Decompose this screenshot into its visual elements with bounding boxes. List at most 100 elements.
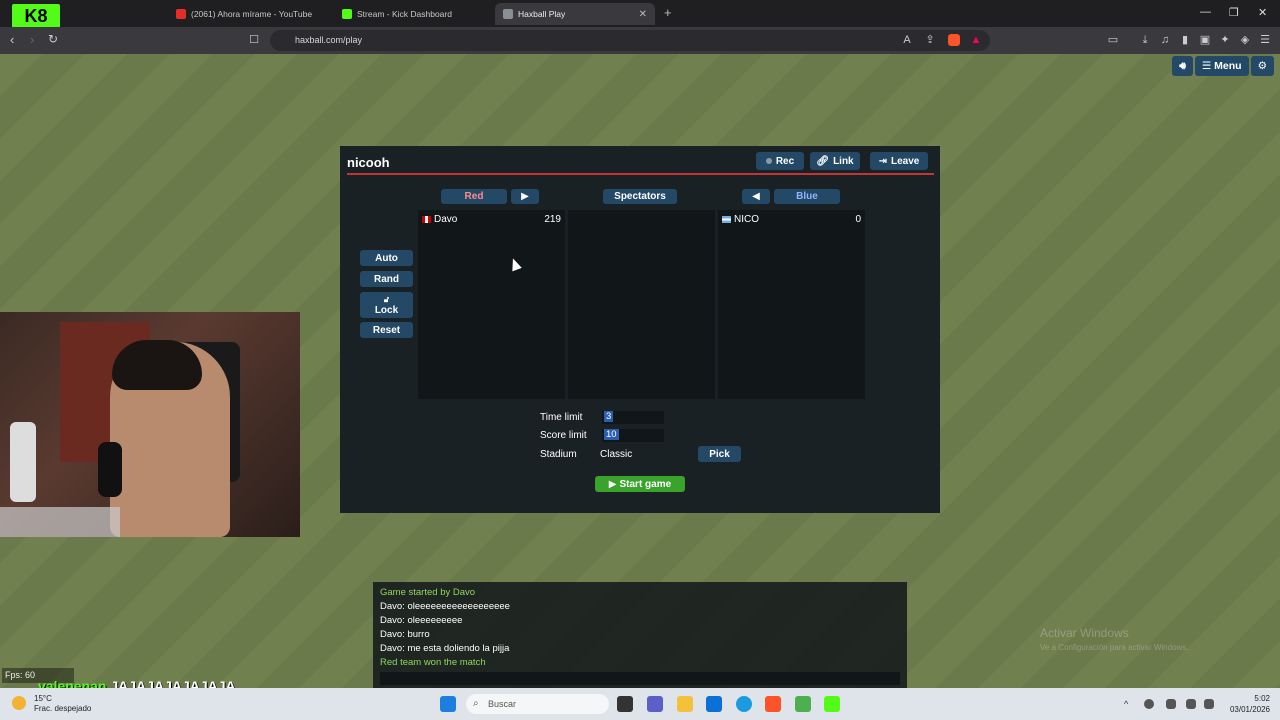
- leave-icon: ⇥: [878, 155, 888, 167]
- cam-keyboard: [0, 507, 120, 537]
- pick-stadium-button[interactable]: Pick: [698, 446, 741, 462]
- taskbar-search[interactable]: ⌕ Buscar: [466, 694, 609, 714]
- rec-button[interactable]: Rec: [756, 152, 804, 170]
- translate-icon[interactable]: A: [901, 34, 913, 46]
- menu-button[interactable]: ☰ Menu: [1194, 56, 1249, 76]
- chat-message: Davo: me esta doliendo la pijja: [380, 643, 510, 654]
- music-icon[interactable]: ♫: [1159, 34, 1171, 46]
- cast-icon[interactable]: ▭: [1107, 34, 1119, 46]
- brave-icon[interactable]: [765, 696, 781, 712]
- brave-shield-icon[interactable]: [948, 34, 960, 46]
- stadium-value: Classic: [600, 449, 633, 460]
- rec-label: Rec: [775, 155, 795, 167]
- search-icon: ⌕: [473, 698, 479, 709]
- chat-message: Red team won the match: [380, 657, 486, 668]
- edge-icon[interactable]: [736, 696, 752, 712]
- spectators-list[interactable]: [568, 210, 715, 399]
- player-name: Davo: [434, 214, 458, 225]
- leave-button[interactable]: ⇥ Leave: [870, 152, 928, 170]
- play-icon: ▶: [521, 191, 529, 202]
- chat-message: Davo: oleeeeeeeeeeeeeeeeee: [380, 601, 510, 612]
- wallet-icon[interactable]: ▣: [1199, 34, 1211, 46]
- reload-icon[interactable]: ↻: [48, 32, 58, 46]
- url-text: haxball.com/play: [295, 35, 363, 45]
- tab-haxball[interactable]: Haxball Play ✕: [495, 3, 655, 25]
- red-team-list[interactable]: Davo 219: [418, 210, 565, 399]
- tab-youtube[interactable]: (2061) Ahora mírame - YouTube: [168, 3, 328, 25]
- vpn-icon[interactable]: ◈: [1239, 34, 1251, 46]
- back-arrow-icon: ◀: [752, 191, 760, 202]
- chat-message: Davo: oleeeeeeeee: [380, 615, 463, 626]
- sun-icon: [12, 696, 26, 710]
- windows-start-icon[interactable]: [440, 696, 456, 712]
- blue-label: Blue: [796, 191, 818, 202]
- sound-button[interactable]: 🔊︎: [1172, 56, 1193, 76]
- kick-app-icon[interactable]: [824, 696, 840, 712]
- ai-icon[interactable]: ✦: [1219, 34, 1231, 46]
- weather-temp: 15°C: [34, 694, 52, 703]
- time-limit-label: Time limit: [540, 412, 583, 423]
- kick-logo: K8: [12, 4, 60, 28]
- sidebar-icon[interactable]: ▮: [1179, 34, 1191, 46]
- file-explorer-icon[interactable]: [677, 696, 693, 712]
- system-clock[interactable]: 5:02 03/01/2026: [1230, 693, 1270, 715]
- forward-icon[interactable]: ›: [30, 32, 34, 47]
- time-limit-value: 3: [604, 411, 614, 422]
- room-panel: nicooh Rec 🔗︎ Link ⇥ Leave Red ▶ Spectat…: [340, 146, 940, 513]
- settings-button[interactable]: ⚙: [1250, 56, 1274, 76]
- move-to-blue-button[interactable]: ◀: [742, 189, 770, 204]
- maximize-icon[interactable]: ❐: [1229, 6, 1239, 19]
- teams-icon[interactable]: [647, 696, 663, 712]
- chat-input[interactable]: [380, 672, 900, 685]
- chat-message: Davo: burro: [380, 629, 430, 640]
- link-button[interactable]: 🔗︎ Link: [810, 152, 860, 170]
- record-dot-icon: [765, 158, 772, 164]
- tray-app-icon[interactable]: [1144, 699, 1154, 709]
- play-icon: ▶: [608, 478, 617, 490]
- minimize-icon[interactable]: —: [1200, 6, 1211, 18]
- network-icon[interactable]: [1186, 699, 1196, 709]
- lock-button[interactable]: 🔓︎ Lock: [360, 292, 413, 318]
- brave-rewards-icon[interactable]: ▲: [970, 34, 982, 46]
- list-item[interactable]: Davo 219: [422, 214, 561, 225]
- auto-button[interactable]: Auto: [360, 250, 413, 266]
- start-game-button[interactable]: ▶ Start game: [595, 476, 685, 492]
- list-item[interactable]: NICO 0: [722, 214, 861, 225]
- spectators-button[interactable]: Spectators: [603, 189, 677, 204]
- blue-team-list[interactable]: NICO 0: [718, 210, 865, 399]
- reset-button[interactable]: Reset: [360, 322, 413, 338]
- volume-icon[interactable]: [1204, 699, 1214, 709]
- microphone-icon[interactable]: [1166, 699, 1176, 709]
- blue-team-button[interactable]: Blue: [774, 189, 840, 204]
- red-team-button[interactable]: Red: [441, 189, 507, 204]
- score-limit-select[interactable]: 10: [602, 429, 664, 442]
- link-label: Link: [833, 155, 854, 167]
- tab-label: (2061) Ahora mírame - YouTube: [191, 9, 313, 19]
- watermark-title: Activar Windows: [1040, 626, 1129, 640]
- download-icon[interactable]: ⤓: [1139, 34, 1151, 46]
- share-icon[interactable]: ⇪: [924, 34, 936, 46]
- close-window-icon[interactable]: ✕: [1258, 6, 1267, 19]
- unlock-icon: 🔓︎: [383, 294, 390, 304]
- time-limit-select[interactable]: 3: [602, 411, 664, 424]
- address-bar[interactable]: haxball.com/play: [270, 30, 990, 51]
- auto-label: Auto: [375, 252, 398, 264]
- menu-icon[interactable]: ☰: [1259, 34, 1271, 46]
- store-icon[interactable]: [706, 696, 722, 712]
- watermark-subtitle: Ve a Configuración para activar Windows.: [1040, 643, 1189, 652]
- player-score: 0: [855, 214, 861, 225]
- bookmark-icon[interactable]: ☐: [248, 34, 260, 46]
- browser-tabbar: K8 (2061) Ahora mírame - YouTube Stream …: [0, 0, 1280, 28]
- move-to-spectators-button[interactable]: ▶: [511, 189, 539, 204]
- close-tab-icon[interactable]: ✕: [639, 9, 647, 20]
- new-tab-icon[interactable]: +: [664, 5, 672, 20]
- back-icon[interactable]: ‹: [10, 32, 14, 47]
- tab-kick[interactable]: Stream - Kick Dashboard: [334, 3, 494, 25]
- score-limit-label: Score limit: [540, 430, 587, 441]
- app-icon[interactable]: [795, 696, 811, 712]
- tray-chevron-icon[interactable]: ^: [1124, 699, 1134, 709]
- task-view-icon[interactable]: [617, 696, 633, 712]
- weather-desc: Frac. despejado: [34, 704, 92, 713]
- rand-button[interactable]: Rand: [360, 271, 413, 287]
- score-limit-value: 10: [604, 429, 619, 440]
